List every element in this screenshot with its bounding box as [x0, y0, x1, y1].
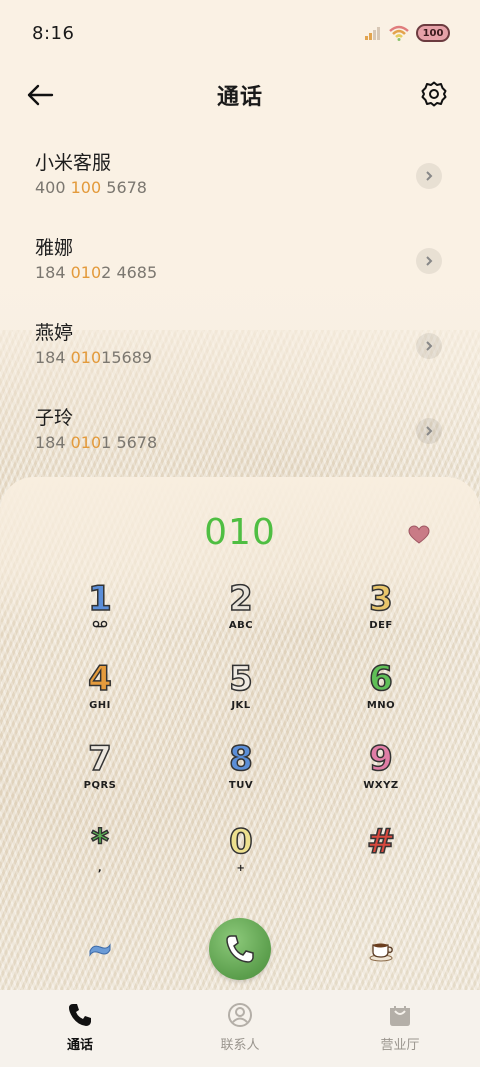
contact-name: 小米客服 [35, 152, 112, 174]
contact-name: 雅娜 [35, 237, 74, 259]
key-letters: GHI [89, 700, 111, 711]
key-star[interactable]: *, [40, 821, 160, 891]
tab-calls[interactable]: 通话 [0, 990, 160, 1067]
key-letters: ABC [228, 620, 254, 631]
action-row [0, 918, 480, 980]
key-digit: 0 [228, 821, 253, 863]
list-item[interactable]: 雅娜 184 0102 4685 [0, 221, 480, 306]
key-digit: 3 [368, 578, 393, 620]
heart-icon[interactable] [408, 525, 430, 545]
key-digit: 5 [228, 658, 253, 700]
key-letters: , [97, 863, 103, 874]
contact-name: 子玲 [35, 407, 74, 429]
key-letters: WXYZ [363, 780, 399, 791]
key-3[interactable]: 3 DEF [321, 578, 441, 648]
key-1[interactable]: 1 [40, 578, 160, 648]
status-bar: 8:16 100 [0, 0, 480, 66]
contact-number: 400 100 5678 [35, 178, 147, 197]
battery-indicator: 100 [416, 24, 450, 42]
back-arrow-icon[interactable] [24, 80, 56, 110]
wifi-icon [389, 25, 409, 41]
list-item[interactable]: 小米客服 400 100 5678 [0, 136, 480, 221]
key-8[interactable]: 8 TUV [181, 738, 301, 808]
key-digit: 7 [87, 738, 112, 780]
key-digit: 6 [368, 658, 393, 700]
key-digit: * [90, 821, 109, 863]
key-letters: PQRS [83, 780, 117, 791]
key-digit: 8 [228, 738, 253, 780]
bottom-tab-bar: 通话 联系人 营业厅 [0, 990, 480, 1067]
key-digit: 4 [87, 658, 112, 700]
key-digit: 2 [228, 578, 253, 620]
chevron-right-icon[interactable] [416, 163, 442, 189]
list-item[interactable]: 子玲 184 0101 5678 [0, 391, 480, 476]
key-letters: + [236, 863, 246, 874]
contact-number: 184 0101 5678 [35, 433, 158, 452]
header: 通话 [0, 70, 480, 120]
key-letters: MNO [366, 700, 396, 711]
list-item[interactable]: 燕婷 184 01015689 [0, 306, 480, 391]
gear-icon[interactable] [420, 80, 448, 108]
contact-number: 184 01015689 [35, 348, 153, 367]
signal-icon [365, 27, 380, 40]
status-icons: 100 [364, 24, 450, 42]
video-call-icon[interactable] [85, 934, 115, 964]
chevron-right-icon[interactable] [416, 418, 442, 444]
key-9[interactable]: 9 WXYZ [321, 738, 441, 808]
key-hash[interactable]: # [321, 821, 441, 891]
contact-number: 184 0102 4685 [35, 263, 158, 282]
key-letters: JKL [231, 700, 251, 711]
tab-contacts[interactable]: 联系人 [160, 990, 320, 1067]
key-2[interactable]: 2 ABC [181, 578, 301, 648]
contacts-icon [228, 1003, 252, 1027]
store-bag-icon [390, 1006, 410, 1026]
key-letters: TUV [228, 780, 254, 791]
key-6[interactable]: 6 MNO [321, 658, 441, 728]
contact-list: 小米客服 400 100 5678 雅娜 184 0102 4685 燕婷 18… [0, 136, 480, 476]
status-time: 8:16 [32, 22, 75, 44]
key-letters: DEF [369, 620, 393, 631]
call-button[interactable] [209, 918, 271, 980]
tab-store[interactable]: 营业厅 [320, 990, 480, 1067]
chevron-right-icon[interactable] [416, 248, 442, 274]
key-digit: 1 [87, 578, 112, 620]
key-digit: 9 [368, 738, 393, 780]
chevron-right-icon[interactable] [416, 333, 442, 359]
coffee-cup-icon[interactable] [366, 934, 396, 964]
phone-handset-icon [226, 935, 254, 963]
key-5[interactable]: 5 JKL [181, 658, 301, 728]
key-digit: # [366, 821, 396, 863]
voicemail-icon [40, 620, 160, 631]
key-7[interactable]: 7 PQRS [40, 738, 160, 808]
key-0[interactable]: 0 + [181, 821, 301, 891]
key-4[interactable]: 4 GHI [40, 658, 160, 728]
contact-name: 燕婷 [35, 322, 74, 344]
page-title: 通话 [216, 85, 263, 110]
phone-icon [69, 1004, 91, 1026]
